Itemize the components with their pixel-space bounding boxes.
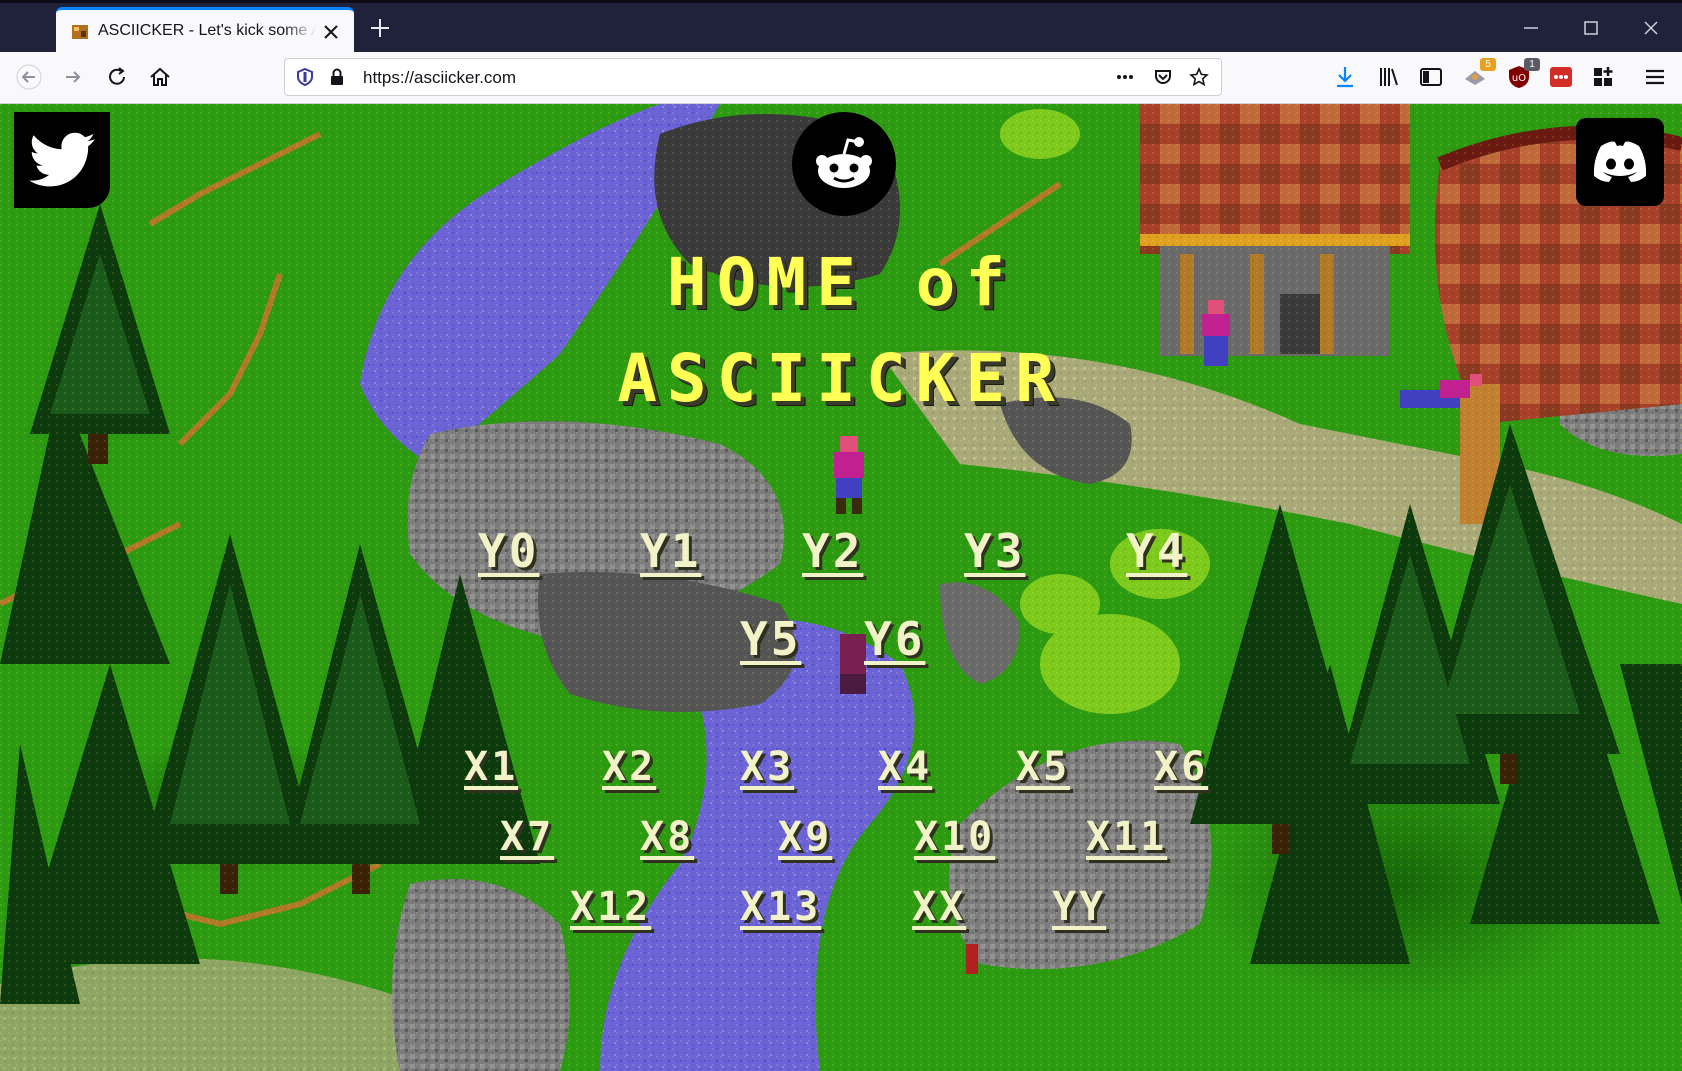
link-x11[interactable]: X11 <box>1086 814 1167 860</box>
link-x8[interactable]: X8 <box>640 814 694 860</box>
asciicker-favicon-icon <box>72 25 88 39</box>
link-y5[interactable]: Y5 <box>740 612 801 666</box>
extension-1-button[interactable]: 5 <box>1462 58 1496 90</box>
twitter-icon <box>29 132 95 187</box>
forward-icon[interactable] <box>60 64 86 90</box>
maximize-icon[interactable] <box>1580 17 1602 39</box>
page-title-line-2: ASCIICKER <box>617 340 1065 417</box>
browser-tab[interactable]: ASCIICKER - Let's kick some ASCII <box>56 7 354 55</box>
link-y0[interactable]: Y0 <box>478 524 539 578</box>
link-xx[interactable]: XX <box>912 884 966 930</box>
link-y2[interactable]: Y2 <box>802 524 863 578</box>
link-x5[interactable]: X5 <box>1016 744 1070 790</box>
extension-1-badge: 5 <box>1480 58 1496 71</box>
close-window-icon[interactable] <box>1640 17 1662 39</box>
page-title-line-1: HOME of <box>666 244 1016 321</box>
game-page: HOME of ASCIICKER Y0 Y1 Y2 Y3 Y4 Y5 Y6 X… <box>0 104 1682 1071</box>
svg-text:uO: uO <box>1512 73 1526 84</box>
link-x4[interactable]: X4 <box>878 744 932 790</box>
link-x2[interactable]: X2 <box>602 744 656 790</box>
link-x13[interactable]: X13 <box>740 884 821 930</box>
browser-title-bar: ASCIICKER - Let's kick some ASCII <box>0 0 1682 55</box>
menu-hamburger-icon[interactable] <box>1642 64 1668 90</box>
ublock-button[interactable]: uO 1 <box>1506 58 1540 90</box>
home-icon[interactable] <box>147 64 173 90</box>
back-icon[interactable] <box>16 64 42 90</box>
discord-icon <box>1593 141 1647 182</box>
link-y6[interactable]: Y6 <box>864 612 925 666</box>
link-x9[interactable]: X9 <box>778 814 832 860</box>
link-x6[interactable]: X6 <box>1154 744 1208 790</box>
page-actions-icon[interactable] <box>1115 67 1135 87</box>
link-x3[interactable]: X3 <box>740 744 794 790</box>
lock-icon[interactable] <box>327 67 347 87</box>
link-x12[interactable]: X12 <box>570 884 651 930</box>
twitter-link[interactable] <box>14 112 110 208</box>
address-bar[interactable]: https://asciicker.com <box>284 58 1222 96</box>
url-text: https://asciicker.com <box>363 68 517 87</box>
tab-title: ASCIICKER - Let's kick some ASCII <box>98 22 316 39</box>
link-x1[interactable]: X1 <box>464 744 518 790</box>
reddit-icon <box>816 137 872 188</box>
link-x10[interactable]: X10 <box>914 814 995 860</box>
sidebar-icon[interactable] <box>1418 64 1444 90</box>
tracking-protection-shield-icon[interactable] <box>295 67 315 87</box>
library-icon[interactable] <box>1376 64 1402 90</box>
link-y4[interactable]: Y4 <box>1126 524 1187 578</box>
pocket-icon[interactable] <box>1153 67 1173 87</box>
reddit-link[interactable] <box>792 112 896 216</box>
close-tab-icon[interactable] <box>322 23 340 41</box>
link-y1[interactable]: Y1 <box>640 524 701 578</box>
discord-link[interactable] <box>1576 118 1664 206</box>
lastpass-icon[interactable] <box>1548 64 1574 90</box>
downloads-icon[interactable] <box>1332 64 1358 90</box>
ublock-badge: 1 <box>1524 58 1540 71</box>
minimize-icon[interactable] <box>1520 17 1542 39</box>
link-yy[interactable]: YY <box>1052 884 1106 930</box>
new-tab-icon[interactable] <box>368 16 392 40</box>
link-y3[interactable]: Y3 <box>964 524 1025 578</box>
bookmark-star-icon[interactable] <box>1189 67 1209 87</box>
browser-toolbar: https://asciicker.com 5 uO 1 <box>0 52 1682 104</box>
link-x7[interactable]: X7 <box>500 814 554 860</box>
extensions-grid-icon[interactable] <box>1590 64 1616 90</box>
reload-icon[interactable] <box>104 64 130 90</box>
